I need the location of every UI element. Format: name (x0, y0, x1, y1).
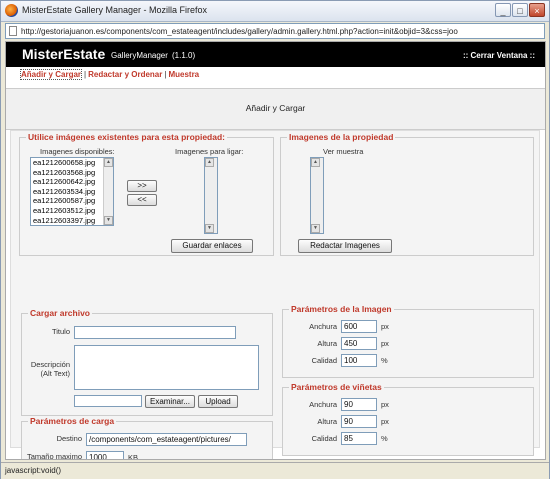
thumb-height-input[interactable]: 90 (341, 415, 377, 428)
brand-logo: MisterEstate (22, 46, 106, 62)
existing-images-fieldset: Utilice imágenes existentes para esta pr… (19, 132, 274, 256)
nav-menu: Añadir y Cargar | Redactar y Ordenar | Muest… (20, 69, 199, 80)
load-params-legend: Parámetros de carga (28, 416, 117, 426)
scroll-down-icon[interactable]: ▼ (104, 216, 113, 225)
file-path-input[interactable] (74, 395, 142, 407)
list-item[interactable]: ea1212603568.jpg (31, 168, 113, 178)
thumb-quality-input[interactable]: 85 (341, 432, 377, 445)
upload-button[interactable]: Upload (198, 395, 238, 408)
minimize-button[interactable]: _ (495, 3, 511, 17)
list-scrollbar[interactable]: ▲ ▼ (205, 158, 217, 233)
url-text: http://gestoriajuanon.es/components/com_… (21, 27, 458, 36)
list-scrollbar[interactable]: ▲ ▼ (103, 158, 113, 225)
scroll-up-icon[interactable]: ▲ (104, 158, 113, 167)
list-item[interactable]: ea1212603512.jpg (31, 206, 113, 216)
property-images-list[interactable]: ▲ ▼ (310, 157, 324, 234)
list-scrollbar[interactable]: ▲ ▼ (311, 158, 323, 233)
image-height-unit: px (381, 339, 389, 348)
status-text: javascript:void() (5, 466, 62, 475)
image-width-unit: px (381, 322, 389, 331)
thumb-quality-label: Calidad (311, 434, 337, 443)
remove-link-button[interactable]: << (127, 194, 157, 206)
max-size-label: Tamaño maximo (26, 452, 82, 460)
thumb-width-input[interactable]: 90 (341, 398, 377, 411)
status-bar: javascript:void() (1, 462, 549, 479)
title-input[interactable] (74, 326, 236, 339)
browse-button[interactable]: Examinar... (145, 395, 195, 408)
image-quality-input[interactable]: 100 (341, 354, 377, 367)
image-height-input[interactable]: 450 (341, 337, 377, 350)
title-label: Titulo (51, 327, 70, 336)
list-item[interactable]: ea1212600587.jpg (31, 196, 113, 206)
brand-subtitle: GalleryManager (111, 51, 168, 60)
nav-edit-order[interactable]: Redactar y Ordenar (88, 70, 162, 79)
property-images-legend: Imagenes de la propiedad (287, 132, 396, 142)
link-images-list[interactable]: ▲ ▼ (204, 157, 218, 234)
description-label: Descripción (30, 360, 70, 369)
list-item[interactable]: ea1212603534.jpg (31, 187, 113, 197)
save-links-button[interactable]: Guardar enlaces (171, 239, 253, 253)
browser-window: MisterEstate Gallery Manager - Mozilla F… (0, 0, 550, 479)
image-params-legend: Parámetros de la Imagen (289, 304, 394, 314)
thumb-height-label: Altura (317, 417, 337, 426)
maximize-button[interactable]: □ (512, 3, 528, 17)
close-window-button[interactable]: × (529, 3, 545, 17)
thumb-width-label: Anchura (309, 400, 337, 409)
thumb-quality-unit: % (381, 434, 388, 443)
page-title-band: Añadir y Cargar (6, 88, 545, 130)
scroll-down-icon[interactable]: ▼ (205, 224, 214, 233)
title-bar: MisterEstate Gallery Manager - Mozilla F… (1, 1, 549, 22)
image-quality-unit: % (381, 356, 388, 365)
max-size-unit: KB (128, 453, 139, 460)
edit-images-button[interactable]: Redactar Imagenes (298, 239, 392, 253)
image-width-input[interactable]: 600 (341, 320, 377, 333)
upload-legend: Cargar archivo (28, 308, 92, 318)
upload-fieldset: Cargar archivo Titulo Descripción (Alt T… (21, 308, 273, 416)
nav-add-upload[interactable]: Añadir y Cargar (20, 69, 83, 80)
list-item[interactable]: ea1212603397.jpg (31, 216, 113, 225)
page-icon (9, 26, 17, 36)
preview-label: Ver muestra (323, 147, 364, 156)
thumb-params-legend: Parámetros de viñetas (289, 382, 384, 392)
load-params-fieldset: Parámetros de carga Destino /components/… (21, 416, 273, 460)
link-images-label: Imagenes para ligar: (175, 147, 244, 156)
address-bar[interactable]: http://gestoriajuanon.es/components/com_… (5, 23, 545, 39)
alt-text-label: (Alt Text) (40, 369, 70, 378)
scroll-down-icon[interactable]: ▼ (311, 224, 320, 233)
add-link-button[interactable]: >> (127, 180, 157, 192)
version-label: (1.1.0) (172, 51, 196, 60)
firefox-icon (5, 4, 18, 17)
nav-preview[interactable]: Muestra (168, 70, 199, 79)
available-images-label: Imagenes disponibles: (40, 147, 115, 156)
image-height-label: Altura (317, 339, 337, 348)
main-panel: Utilice imágenes existentes para esta pr… (10, 130, 540, 459)
image-params-fieldset: Parámetros de la Imagen Anchura 600 px A… (282, 304, 534, 378)
list-item[interactable]: ea1212600658.jpg (31, 158, 113, 168)
scroll-up-icon[interactable]: ▲ (311, 158, 320, 167)
page-content: MisterEstate GalleryManager (1.1.0) :: C… (5, 41, 546, 460)
available-images-list[interactable]: ea1212600658.jpg ea1212603568.jpg ea121260… (30, 157, 114, 226)
window-title: MisterEstate Gallery Manager - Mozilla F… (22, 5, 208, 15)
app-header: MisterEstate GalleryManager (1.1.0) :: C… (6, 42, 545, 67)
image-width-label: Anchura (309, 322, 337, 331)
page-title: Añadir y Cargar (245, 103, 306, 113)
image-quality-label: Calidad (311, 356, 337, 365)
destination-label: Destino (56, 434, 82, 443)
thumb-width-unit: px (381, 400, 389, 409)
scroll-up-icon[interactable]: ▲ (205, 158, 214, 167)
max-size-input[interactable]: 1000 (86, 451, 124, 459)
close-window-link[interactable]: :: Cerrar Ventana :: (463, 51, 535, 60)
existing-images-legend: Utilice imágenes existentes para esta pr… (26, 132, 227, 142)
destination-input[interactable]: /components/com_estateagent/pictures/ (86, 433, 247, 446)
list-item[interactable]: ea1212600642.jpg (31, 177, 113, 187)
description-textarea[interactable] (74, 345, 259, 390)
thumb-params-fieldset: Parámetros de viñetas Anchura 90 px Altu… (282, 382, 534, 456)
thumb-height-unit: px (381, 417, 389, 426)
property-images-fieldset: Imagenes de la propiedad Ver muestra ▲ ▼… (280, 132, 534, 256)
